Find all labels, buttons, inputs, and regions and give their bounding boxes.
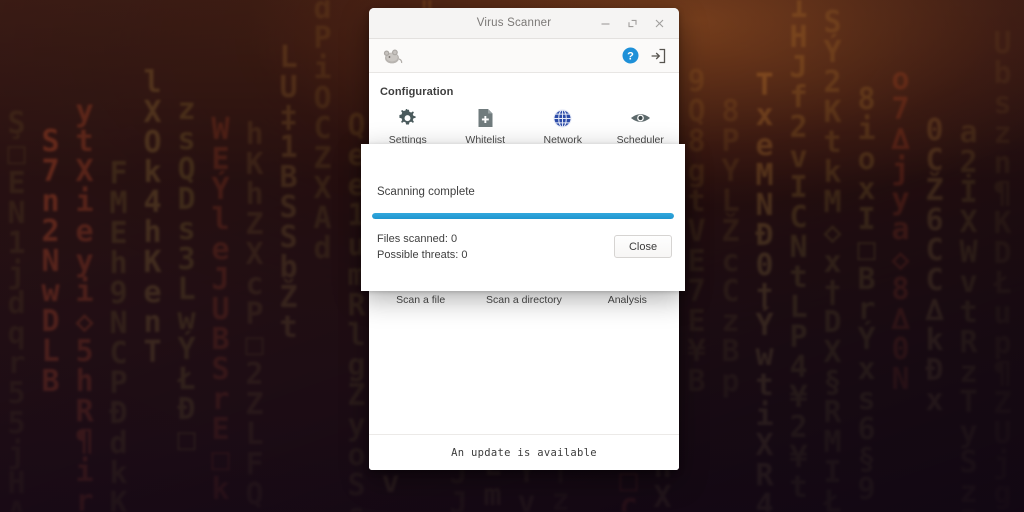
minimize-icon[interactable]: [599, 17, 612, 30]
gear-icon: [398, 107, 417, 129]
status-bar: An update is available: [369, 434, 679, 470]
window-controls: [599, 17, 679, 30]
dialog-statistics: Files scanned: 0 Possible threats: 0: [377, 233, 468, 261]
dialog-footer: Files scanned: 0 Possible threats: 0 Clo…: [372, 233, 674, 261]
mouse-logo-icon: [381, 46, 403, 66]
close-icon[interactable]: [653, 17, 666, 30]
window-titlebar: Virus Scanner: [369, 8, 679, 39]
section-label-configuration: Configuration: [380, 86, 454, 98]
eye-icon: [630, 107, 651, 129]
dialog-message: Scanning complete: [377, 186, 475, 198]
whitelist-button[interactable]: Whitelist: [447, 107, 525, 146]
possible-threats-text: Possible threats: 0: [377, 249, 468, 261]
configuration-icon-row: Settings Whitelist Network Scheduler: [369, 101, 679, 150]
scan-a-file-label: Scan a file: [396, 294, 446, 306]
scan-progress-bar: [372, 213, 674, 219]
globe-icon: [553, 107, 572, 129]
network-button[interactable]: Network: [524, 107, 602, 146]
body-filler: [369, 310, 679, 434]
file-plus-icon: [477, 107, 494, 129]
scheduler-button[interactable]: Scheduler: [602, 107, 680, 146]
update-available-status: An update is available: [451, 446, 597, 459]
desktop: Ş □ E N 1 j d q r 5 5 j H A Đ X v S 7 n …: [0, 0, 1024, 512]
maximize-icon[interactable]: [626, 17, 639, 30]
settings-button[interactable]: Settings: [369, 107, 447, 146]
svg-text:?: ?: [627, 50, 634, 62]
quit-icon[interactable]: [647, 45, 669, 67]
scan-a-directory-label: Scan a directory: [486, 294, 562, 306]
help-icon[interactable]: ?: [619, 45, 641, 67]
window-toolbar: ?: [369, 39, 679, 73]
analysis-label: Analysis: [607, 294, 647, 306]
dialog-close-button[interactable]: Close: [614, 235, 672, 258]
scan-complete-dialog: Scanning complete Files scanned: 0 Possi…: [361, 144, 685, 291]
window-title: Virus Scanner: [476, 17, 552, 29]
files-scanned-text: Files scanned: 0: [377, 233, 458, 245]
scan-progress-fill: [372, 213, 674, 219]
